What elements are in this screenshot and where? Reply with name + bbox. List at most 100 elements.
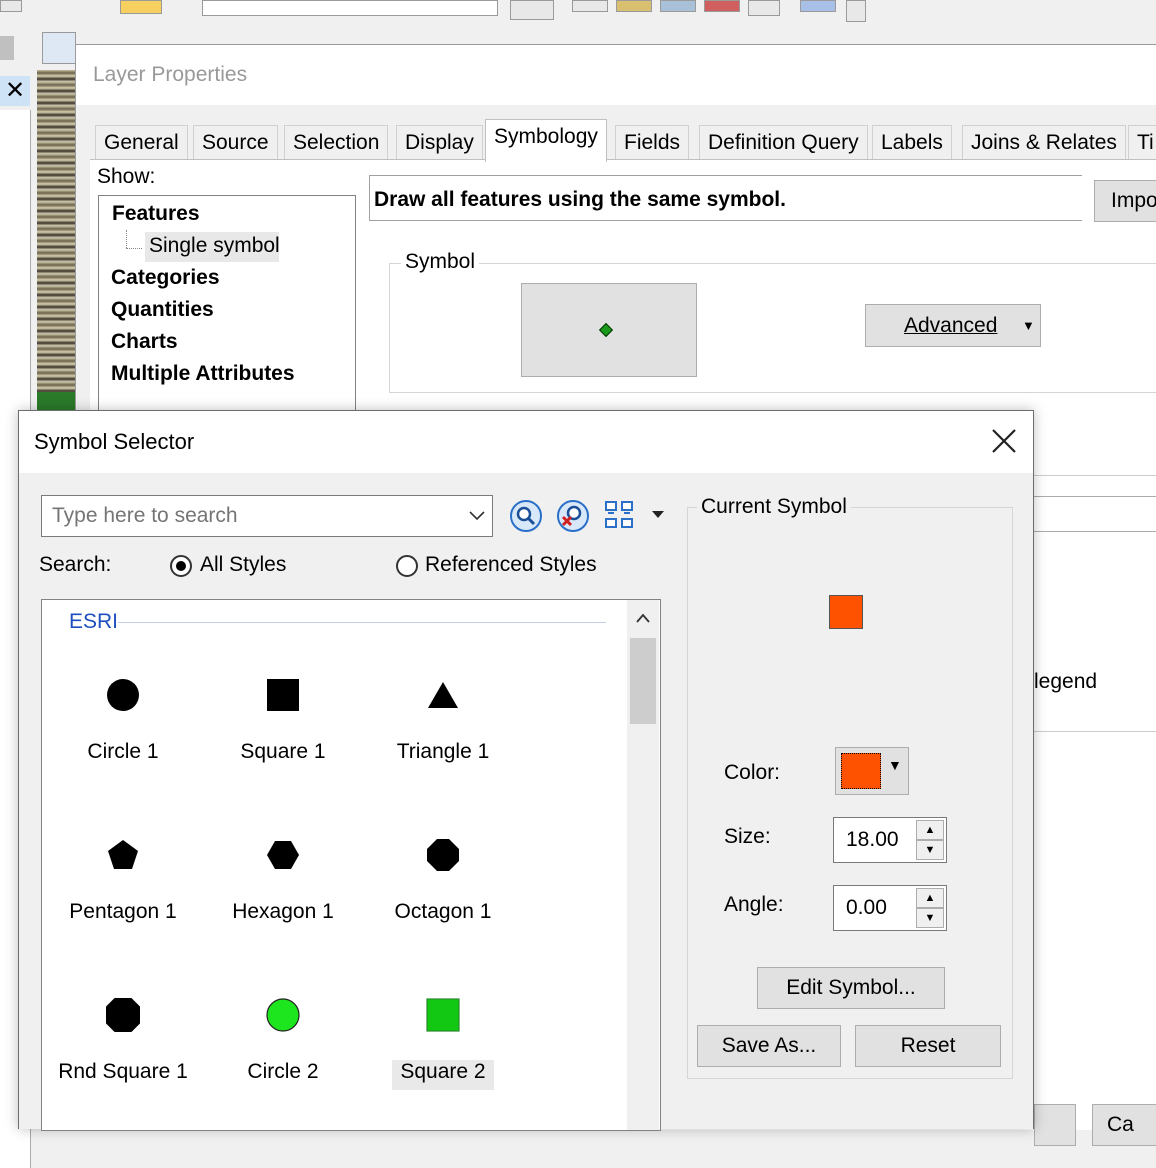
- spin-up-icon[interactable]: ▲: [916, 820, 944, 840]
- map-view[interactable]: [37, 70, 75, 415]
- map-view: [37, 392, 75, 412]
- label-field[interactable]: [1034, 496, 1156, 532]
- tab-overflow[interactable]: Ti: [1128, 125, 1156, 160]
- clear-search-icon[interactable]: [556, 499, 590, 533]
- edit-symbol-button[interactable]: Edit Symbol...: [757, 967, 945, 1009]
- tab-fields[interactable]: Fields: [615, 125, 690, 160]
- tab-display[interactable]: Display: [396, 125, 483, 160]
- toolbar-button[interactable]: [616, 0, 652, 12]
- advanced-dropdown-button[interactable]: Advanced ▼: [865, 304, 1041, 347]
- tab-general[interactable]: General: [95, 125, 188, 160]
- toolbar-button[interactable]: [660, 0, 696, 12]
- select-elements-icon[interactable]: [42, 32, 76, 64]
- tab-selection[interactable]: Selection: [284, 125, 389, 160]
- current-symbol-preview: [829, 595, 863, 629]
- renderer-single-symbol[interactable]: Single symbol: [149, 234, 280, 258]
- scrollbar-thumb[interactable]: [630, 638, 656, 724]
- symbol-item[interactable]: Circle 2: [208, 966, 358, 1116]
- search-combobox[interactable]: [41, 495, 493, 537]
- close-icon[interactable]: [986, 423, 1022, 459]
- size-input[interactable]: [844, 824, 914, 856]
- divider: [118, 622, 606, 623]
- tab-joins-relates[interactable]: Joins & Relates: [962, 125, 1126, 160]
- toolbar-button[interactable]: [704, 0, 740, 12]
- symbol-gallery: ESRI Circle 1 Square 1 Triangle 1 Pentag…: [41, 599, 661, 1131]
- legend-label: legend: [1034, 670, 1098, 693]
- square-icon: [426, 998, 460, 1032]
- spin-up-icon[interactable]: ▲: [916, 888, 944, 908]
- symbol-name: Rnd Square 1: [58, 1060, 188, 1083]
- tree-line: [126, 230, 128, 248]
- triangle-icon: [428, 682, 458, 708]
- ok-button[interactable]: [1034, 1104, 1076, 1146]
- toolbar-button[interactable]: [572, 0, 608, 12]
- symbol-item[interactable]: Circle 1: [48, 646, 198, 796]
- radio-referenced-styles[interactable]: [396, 555, 418, 577]
- save-as-button[interactable]: Save As...: [697, 1025, 841, 1067]
- radio-all-styles[interactable]: [170, 555, 192, 577]
- symbol-name: Pentagon 1: [69, 900, 177, 923]
- hexagon-icon: [267, 841, 299, 869]
- search-label: Search:: [39, 553, 112, 576]
- toolbar-overflow[interactable]: [846, 0, 866, 22]
- tab-symbology[interactable]: Symbology: [485, 119, 607, 162]
- color-swatch: [841, 753, 881, 789]
- symbol-name: Triangle 1: [396, 740, 490, 763]
- spin-down-icon[interactable]: ▼: [916, 840, 944, 860]
- symbol-item[interactable]: Pentagon 1: [48, 806, 198, 956]
- tree-line: [126, 248, 142, 250]
- toolbar-button[interactable]: [120, 0, 162, 14]
- toolbar-button[interactable]: [0, 36, 14, 60]
- renderer-multiple-attributes[interactable]: Multiple Attributes: [111, 362, 295, 386]
- scale-combobox[interactable]: [202, 0, 498, 16]
- angle-label: Angle:: [724, 893, 784, 916]
- symbol-selector-dialog: Symbol Selector Type here to search Sear…: [18, 410, 1034, 1131]
- renderer-categories[interactable]: Categories: [111, 266, 220, 290]
- search-input[interactable]: [50, 500, 454, 532]
- view-options-icon[interactable]: [603, 499, 637, 533]
- symbol-item[interactable]: Hexagon 1: [208, 806, 358, 956]
- renderer-features[interactable]: Features: [112, 202, 200, 226]
- import-button[interactable]: Impo: [1094, 180, 1156, 222]
- chevron-down-icon[interactable]: [464, 502, 490, 530]
- dialog-title: Symbol Selector: [34, 429, 195, 454]
- symbol-name: Square 2: [400, 1060, 486, 1083]
- chevron-up-icon[interactable]: [627, 608, 659, 632]
- current-symbol-label: Current Symbol: [697, 495, 851, 519]
- radio-all-styles-label[interactable]: All Styles: [200, 553, 286, 577]
- color-picker-button[interactable]: ▼: [835, 747, 909, 795]
- tab-labels[interactable]: Labels: [872, 125, 952, 160]
- cancel-button[interactable]: Ca: [1092, 1104, 1156, 1146]
- toolbar-button[interactable]: [800, 0, 836, 12]
- reset-button[interactable]: Reset: [855, 1025, 1001, 1067]
- tab-definition-query[interactable]: Definition Query: [699, 125, 868, 160]
- angle-stepper[interactable]: ▲ ▼: [833, 885, 947, 931]
- renderer-charts[interactable]: Charts: [111, 330, 178, 354]
- chevron-down-icon: ▼: [1022, 318, 1035, 333]
- symbol-name: Octagon 1: [394, 900, 492, 923]
- toolbar-button[interactable]: [748, 0, 780, 16]
- renderer-list: Features Single symbol Categories Quanti…: [98, 195, 356, 417]
- vertical-scrollbar[interactable]: [627, 600, 659, 1130]
- pentagon-icon: [108, 840, 138, 869]
- symbol-item[interactable]: Octagon 1: [368, 806, 518, 956]
- symbol-item[interactable]: Triangle 1: [368, 646, 518, 796]
- magnifier-icon[interactable]: [509, 499, 543, 533]
- symbol-item[interactable]: Square 2: [368, 966, 518, 1116]
- angle-input[interactable]: [844, 892, 914, 924]
- size-stepper[interactable]: ▲ ▼: [833, 817, 947, 863]
- chevron-down-icon[interactable]: [650, 507, 666, 523]
- tab-source[interactable]: Source: [193, 125, 278, 160]
- octagon-icon: [427, 839, 459, 871]
- radio-referenced-styles-label[interactable]: Referenced Styles: [425, 553, 597, 577]
- close-icon[interactable]: ✕: [0, 76, 30, 106]
- symbol-name: Square 1: [240, 740, 326, 763]
- symbol-item[interactable]: Rnd Square 1: [48, 966, 198, 1116]
- toolbar-button[interactable]: [0, 0, 22, 12]
- symbol-item[interactable]: Square 1: [208, 646, 358, 796]
- renderer-quantities[interactable]: Quantities: [111, 298, 214, 322]
- renderer-description: Draw all features using the same symbol.: [374, 188, 786, 211]
- circle-icon: [266, 998, 300, 1032]
- spin-down-icon[interactable]: ▼: [916, 908, 944, 928]
- toolbar-button[interactable]: [510, 0, 554, 20]
